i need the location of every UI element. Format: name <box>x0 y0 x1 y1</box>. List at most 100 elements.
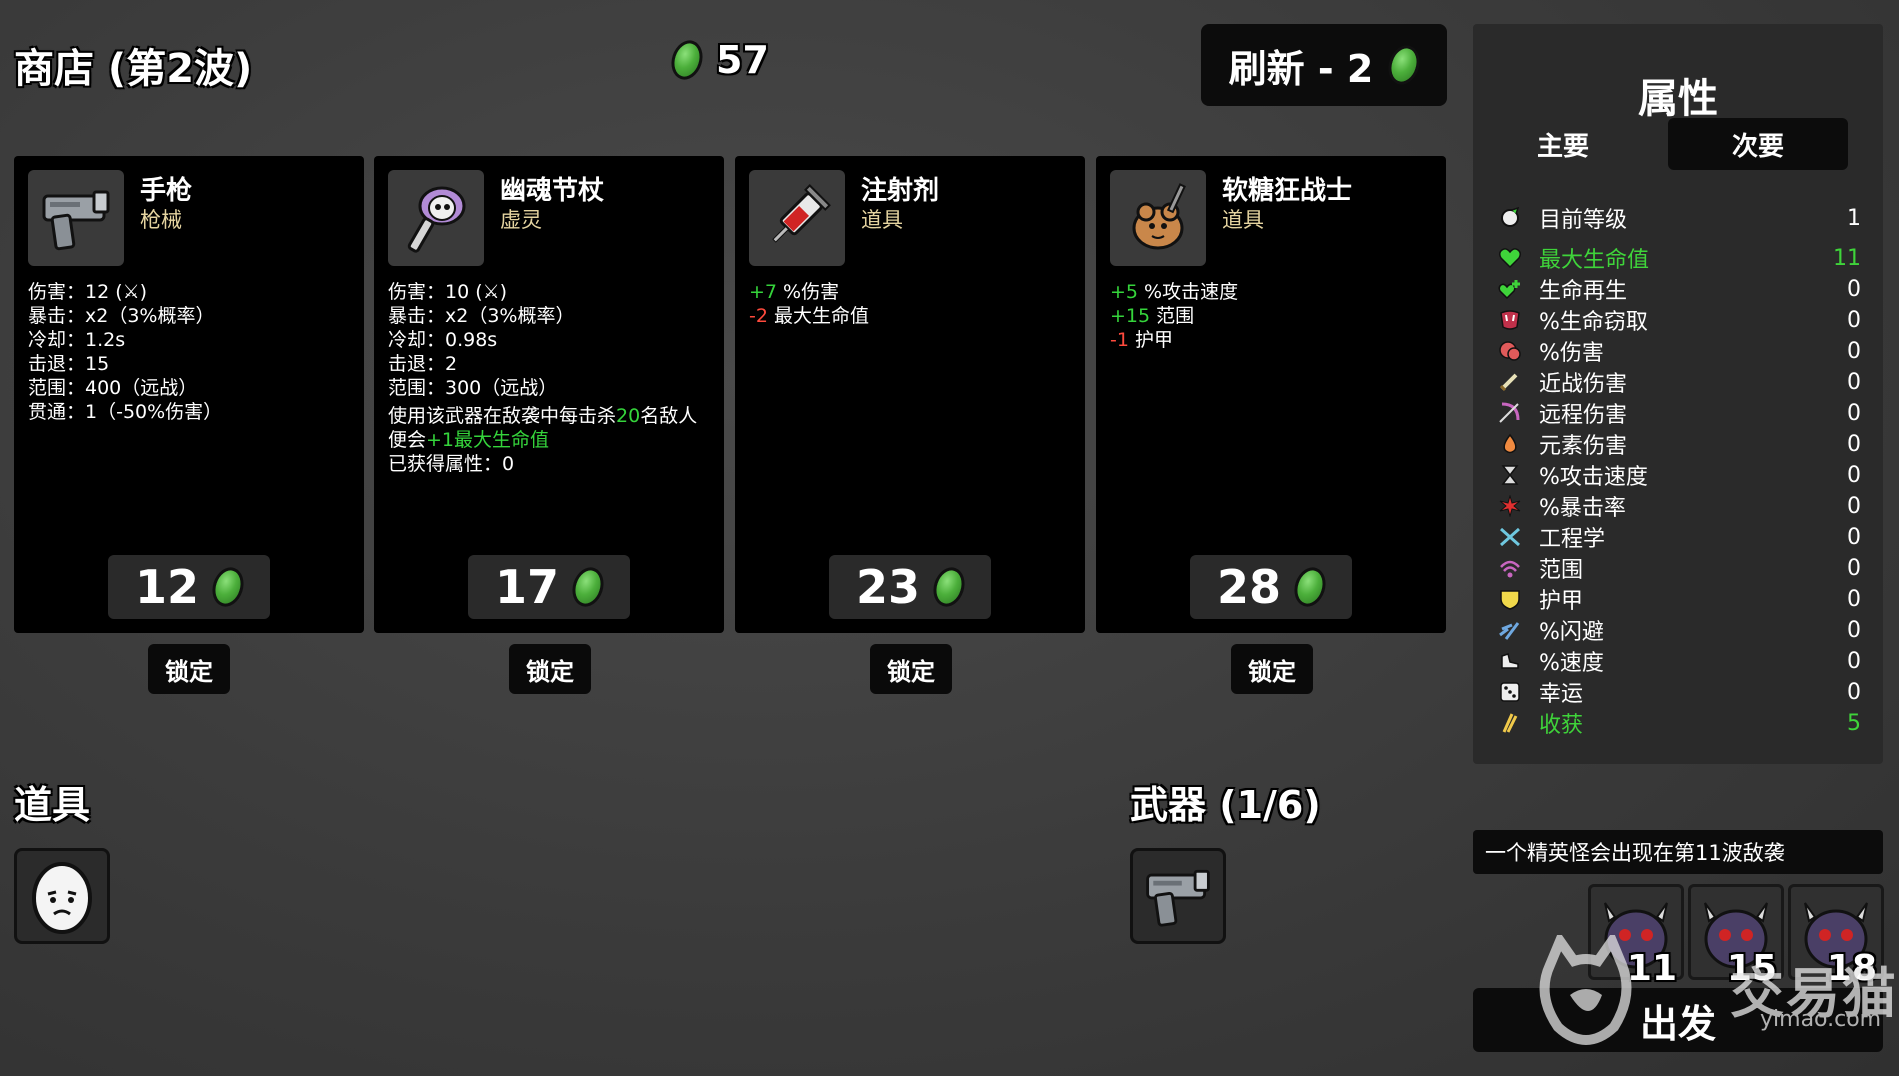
stat-value: 0 <box>1847 586 1861 612</box>
lock-button[interactable]: 锁定 <box>870 644 952 694</box>
ranged-icon <box>1495 400 1525 426</box>
shop-title: 商店 (第2波) <box>14 46 253 92</box>
card-name: 注射剂 <box>861 176 940 206</box>
heart-icon <box>1495 245 1525 271</box>
stat-line: 冷却：0.98s <box>388 329 498 351</box>
stat-line: 击退：2 <box>388 353 458 375</box>
stat-label: 工程学 <box>1539 527 1606 552</box>
mod-text: %攻击速度 <box>1138 281 1239 303</box>
stat-row: 幸运 0 <box>1495 677 1861 707</box>
stat-row: %速度 0 <box>1495 646 1861 676</box>
stat-value: 0 <box>1847 524 1861 550</box>
range-icon <box>1495 555 1525 581</box>
shop-card-gummy-berserker[interactable]: 软糖狂战士 道具 +5 %攻击速度 +15 范围 -1 护甲 28 <box>1096 156 1446 633</box>
stat-line: 冷却：1.2s <box>28 329 126 351</box>
stat-line: 范围：300（远战） <box>388 377 558 399</box>
stat-value: 0 <box>1847 493 1861 519</box>
gummy-berserker-icon <box>1110 170 1206 266</box>
stat-row: %伤害 0 <box>1495 336 1861 366</box>
stat-label: 元素伤害 <box>1539 434 1628 459</box>
stat-label: %闪避 <box>1539 620 1604 645</box>
elite-notice: 一个精英怪会出现在第11波敌袭 <box>1473 830 1883 874</box>
effect-pre: 使用该武器在敌袭中每击杀 <box>388 405 617 427</box>
shop-card-ghost-scepter[interactable]: 幽魂节杖 虚灵 伤害：10 (⚔) 暴击：x2（3%概率） 冷却：0.98s 击… <box>374 156 724 633</box>
reroll-button[interactable]: 刷新 - 2 <box>1201 24 1447 106</box>
stat-value: 0 <box>1847 431 1861 457</box>
mod-line: +7 %伤害 <box>749 280 1073 304</box>
stat-line: 暴击：x2（3%概率） <box>388 305 575 327</box>
shop-card-syringe[interactable]: 注射剂 道具 +7 %伤害 -2 最大生命值 23 <box>735 156 1085 633</box>
lock-button[interactable]: 锁定 <box>509 644 591 694</box>
watermark: 交易猫 yimao.com <box>1530 930 1896 1059</box>
material-icon <box>1289 563 1331 611</box>
stat-line: 伤害：12 (⚔) <box>28 281 148 303</box>
card-type: 虚灵 <box>500 208 542 232</box>
mod-value: -2 <box>749 305 768 327</box>
mod-text: 最大生命值 <box>767 305 869 327</box>
melee-icon <box>1495 369 1525 395</box>
regen-icon <box>1495 276 1525 302</box>
tab-secondary-label: 次要 <box>1731 131 1784 162</box>
stat-value: 0 <box>1847 648 1861 674</box>
stat-label: %伤害 <box>1539 341 1604 366</box>
go-label: 出发 <box>1639 1001 1716 1046</box>
weapon-slot[interactable] <box>1130 848 1226 944</box>
harvest-icon <box>1495 710 1525 736</box>
stat-label: %暴击率 <box>1539 496 1626 521</box>
egg-icon <box>32 862 92 934</box>
mod-value: +15 <box>1110 305 1151 327</box>
tab-secondary[interactable]: 次要 <box>1668 118 1848 170</box>
stat-row: 远程伤害 0 <box>1495 398 1861 428</box>
engineering-icon <box>1495 524 1525 550</box>
buy-button[interactable]: 17 <box>468 555 630 619</box>
materials-counter: 57 <box>666 36 769 84</box>
items-title: 道具 <box>14 783 91 827</box>
mod-line: -2 最大生命值 <box>749 304 1073 328</box>
stat-line: 贯通：1（-50%伤害） <box>28 401 223 423</box>
shop-card-pistol[interactable]: 手枪 枪械 伤害：12 (⚔) 暴击：x2（3%概率） 冷却：1.2s 击退：1… <box>14 156 364 633</box>
syringe-icon <box>749 170 845 266</box>
stats-panel: 属性 主要 次要 目前等级 1 最大生命值 11 生命再生 0 %生命窃取 0 %伤害 0 近战… <box>1473 24 1883 764</box>
item-slot[interactable] <box>14 848 110 944</box>
level-icon <box>1495 205 1525 231</box>
stat-line: 击退：15 <box>28 353 110 375</box>
stat-row: %攻击速度 0 <box>1495 460 1861 490</box>
pistol-icon <box>1146 869 1210 927</box>
buy-button[interactable]: 12 <box>108 555 270 619</box>
buy-button[interactable]: 28 <box>1190 555 1352 619</box>
stat-value: 0 <box>1847 369 1861 395</box>
stat-line: 暴击：x2（3%概率） <box>28 305 215 327</box>
stat-value: 11 <box>1833 245 1861 271</box>
card-type: 道具 <box>1222 208 1264 232</box>
stat-value: 0 <box>1847 400 1861 426</box>
card-stats: 伤害：10 (⚔) 暴击：x2（3%概率） 冷却：0.98s 击退：2 范围：3… <box>388 280 712 476</box>
stat-line: 范围：400（远战） <box>28 377 198 399</box>
mod-value: +7 <box>749 281 778 303</box>
stat-row-level: 目前等级 1 <box>1495 203 1861 233</box>
tab-primary[interactable]: 主要 <box>1473 118 1653 170</box>
stat-label: 收获 <box>1539 713 1584 738</box>
lock-button[interactable]: 锁定 <box>1231 644 1313 694</box>
lock-button[interactable]: 锁定 <box>148 644 230 694</box>
stat-row: 护甲 0 <box>1495 584 1861 614</box>
stat-label: 护甲 <box>1539 589 1584 614</box>
material-icon <box>567 563 609 611</box>
stat-value: 0 <box>1847 617 1861 643</box>
mod-text: %伤害 <box>777 281 840 303</box>
stat-value: 0 <box>1847 276 1861 302</box>
stat-label: 目前等级 <box>1539 208 1628 233</box>
gained-stats: 已获得属性：0 <box>388 453 515 475</box>
stat-label: 生命再生 <box>1539 279 1628 304</box>
watermark-url: yimao.com <box>1760 1007 1882 1032</box>
effect-text: 使用该武器在敌袭中每击杀20名敌人便会+1最大生命值 <box>388 404 712 452</box>
stat-label: 幸运 <box>1539 682 1584 707</box>
dodge-icon <box>1495 617 1525 643</box>
mod-line: +5 %攻击速度 <box>1110 280 1434 304</box>
weapons-title: 武器 (1/6) <box>1130 783 1321 827</box>
cat-logo-icon <box>1539 930 1632 1045</box>
card-stats: 伤害：12 (⚔) 暴击：x2（3%概率） 冷却：1.2s 击退：15 范围：4… <box>28 280 352 424</box>
armor-icon <box>1495 586 1525 612</box>
buy-button[interactable]: 23 <box>829 555 991 619</box>
stat-row: 元素伤害 0 <box>1495 429 1861 459</box>
stat-row: %暴击率 0 <box>1495 491 1861 521</box>
